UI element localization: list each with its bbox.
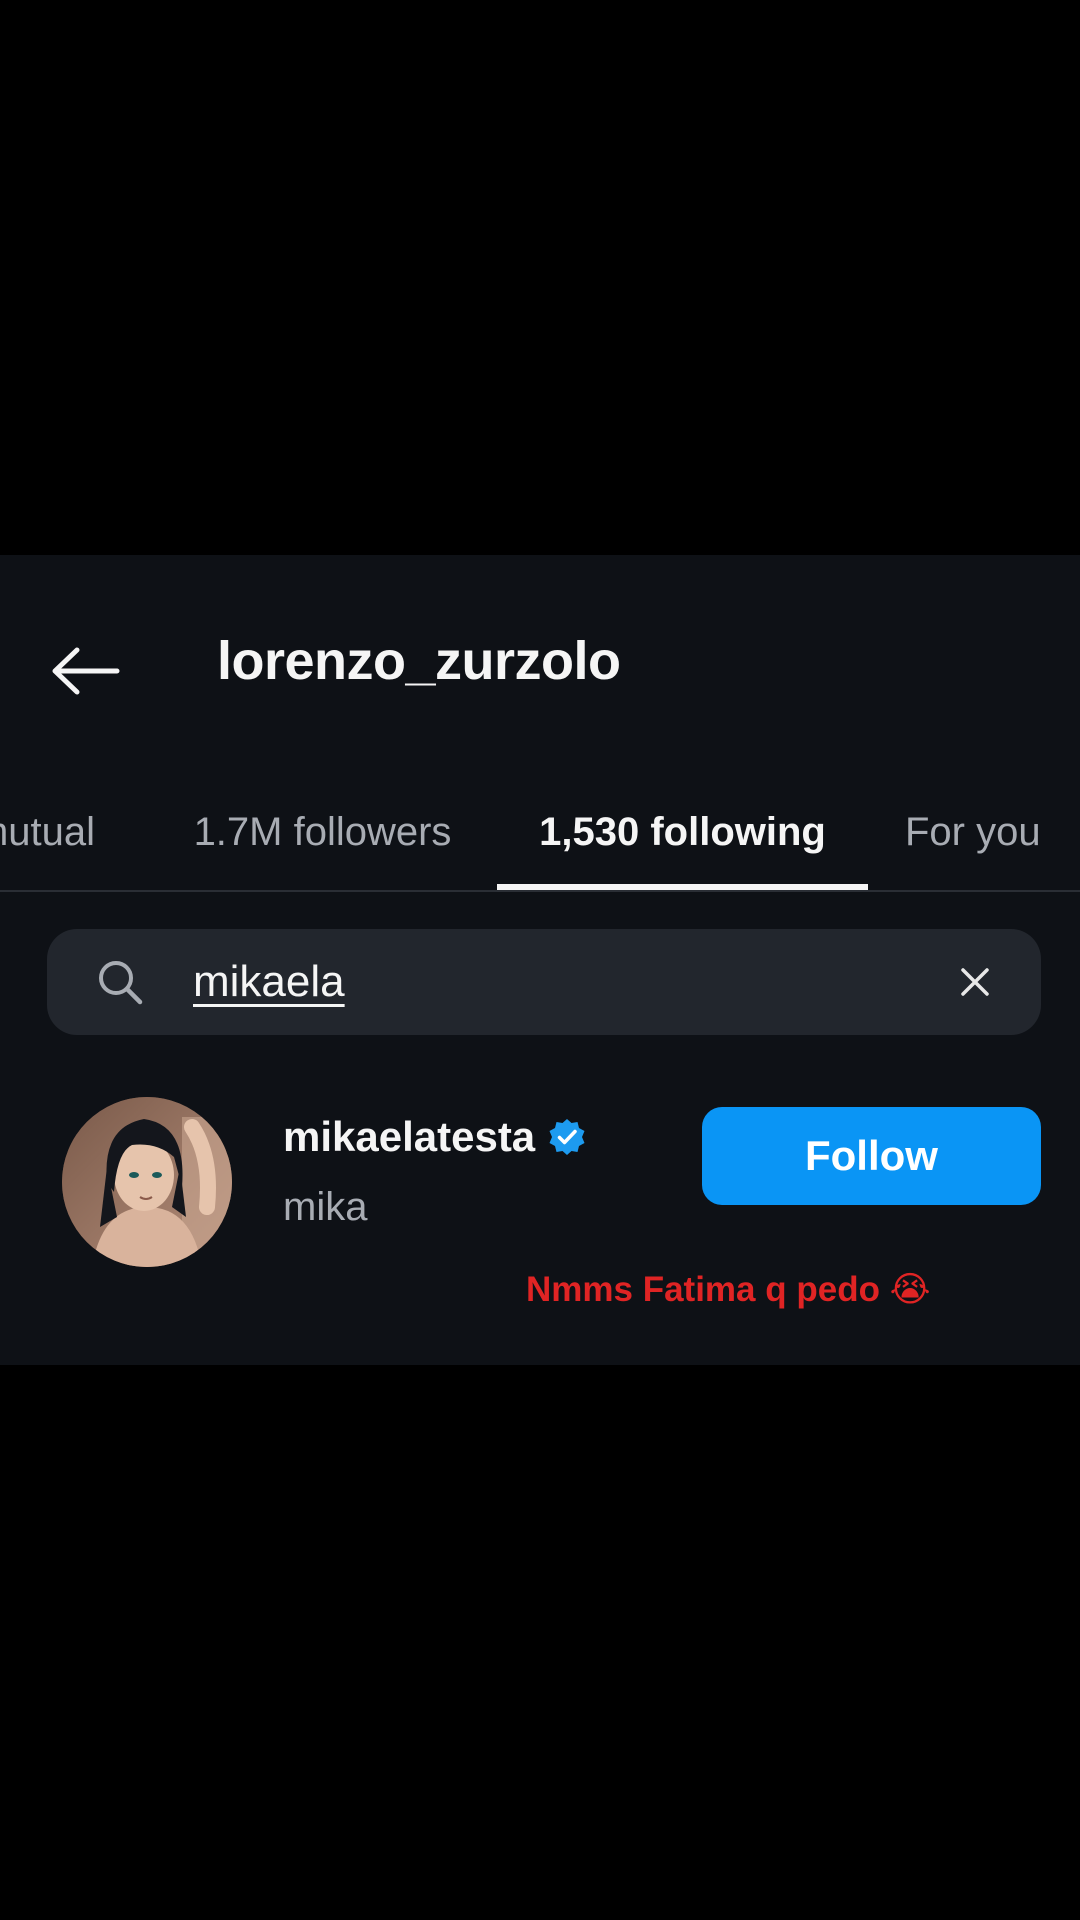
avatar[interactable] [62, 1097, 232, 1267]
username-group: mikaelatesta [283, 1113, 587, 1161]
verified-badge-icon [549, 1119, 585, 1155]
username[interactable]: mikaelatesta [283, 1113, 535, 1161]
header: lorenzo_zurzolo [0, 555, 1080, 775]
page-title: lorenzo_zurzolo [217, 631, 621, 691]
tab-for-you[interactable]: For you [885, 775, 1080, 890]
arrow-left-icon [52, 647, 120, 695]
tab-bar: mutual 1.7M followers 1,530 following Fo… [0, 775, 1080, 892]
overlay-caption: Nmms Fatima q pedo 😭 [526, 1270, 931, 1309]
follow-button[interactable]: Follow [702, 1107, 1041, 1205]
back-button[interactable] [40, 635, 130, 707]
screen: lorenzo_zurzolo mutual 1.7M followers 1,… [0, 0, 1080, 1920]
search-input[interactable] [193, 949, 933, 1015]
clear-search-button[interactable] [947, 954, 1003, 1010]
tab-mutual[interactable]: mutual [0, 775, 110, 890]
following-list-panel: lorenzo_zurzolo mutual 1.7M followers 1,… [0, 555, 1080, 1365]
active-tab-indicator [497, 884, 868, 890]
tab-following[interactable]: 1,530 following [497, 775, 868, 890]
avatar-image [62, 1097, 232, 1267]
user-result-row[interactable]: mikaelatesta mika Follow [0, 1085, 1080, 1275]
close-icon [961, 968, 989, 996]
display-name: mika [283, 1185, 368, 1229]
tab-followers[interactable]: 1.7M followers [160, 775, 485, 890]
search-bar [47, 929, 1041, 1035]
search-icon [99, 961, 143, 1005]
